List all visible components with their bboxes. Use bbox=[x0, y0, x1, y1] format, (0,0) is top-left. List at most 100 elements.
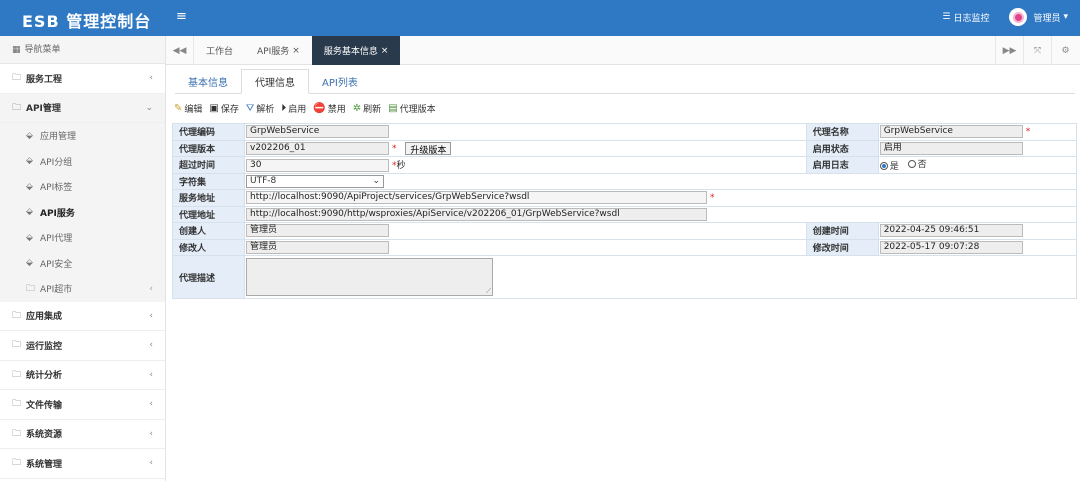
chevron-down-icon: ⌄ bbox=[372, 176, 380, 187]
sidebar-item-label: 文件传输 bbox=[26, 400, 63, 411]
enable-status-label: 启用状态 bbox=[805, 139, 879, 157]
detail-tabs: 基本信息 代理信息 API列表 bbox=[175, 69, 1075, 94]
sidebar-item-app-integration[interactable]: 🗀 应用集成 ‹ bbox=[0, 302, 165, 331]
pencil-icon: ✎ bbox=[174, 103, 183, 114]
proxy-info-form: 代理编码 GrpWebService 代理名称 GrpWebService * 代… bbox=[172, 123, 1078, 299]
sidebar-item-system-resources[interactable]: 🗀 系统资源 ‹ bbox=[0, 420, 165, 449]
sidebar-sub-api-market[interactable]: 🗀 API超市 ‹ bbox=[0, 276, 165, 302]
upgrade-version-button[interactable]: 升级版本 bbox=[405, 141, 452, 156]
app-title: ESB 管理控制台 bbox=[22, 12, 152, 31]
description-textarea[interactable] bbox=[246, 258, 493, 296]
tab-label: API服务 bbox=[257, 47, 290, 57]
log-monitor-link[interactable]: ☰ 日志监控 bbox=[942, 11, 989, 24]
timeout-unit: 秒 bbox=[396, 160, 406, 171]
charset-value: UTF-8 bbox=[250, 176, 277, 187]
sidebar-sub-api-security[interactable]: ⬙ API安全 bbox=[0, 250, 165, 276]
disable-button[interactable]: ⛔ 禁用 bbox=[313, 102, 345, 115]
sidebar-item-system-management[interactable]: 🗀 系统管理 ‹ bbox=[0, 449, 165, 479]
sidebar-item-label: 运行监控 bbox=[26, 341, 63, 352]
create-time-field: 2022-04-25 09:46:51 bbox=[879, 224, 1023, 238]
scroll-left-icon[interactable]: ◀◀ bbox=[166, 36, 194, 65]
tab-api-list[interactable]: API列表 bbox=[309, 69, 371, 94]
proxy-code-label: 代理编码 bbox=[172, 123, 245, 141]
tag-icon: ⬙ bbox=[26, 181, 33, 192]
tab-label: 工作台 bbox=[206, 47, 234, 57]
sidebar-item-runtime-monitor[interactable]: 🗀 运行监控 ‹ bbox=[0, 331, 165, 361]
modifier-field: 管理员 bbox=[246, 240, 389, 254]
avatar[interactable] bbox=[1009, 8, 1028, 26]
timeout-label: 超过时间 bbox=[172, 156, 245, 174]
service-url-field[interactable]: http://localhost:9090/ApiProject/service… bbox=[246, 191, 707, 205]
avatar-icon bbox=[1012, 11, 1024, 23]
table-icon: ▤ bbox=[388, 103, 398, 114]
chevron-down-icon: ⌄ bbox=[145, 102, 153, 113]
tab-workbench[interactable]: 工作台 bbox=[194, 36, 245, 65]
sidebar-sub-label: API服务 bbox=[40, 208, 75, 219]
sidebar-sub-api-group[interactable]: ⬙ API分组 bbox=[0, 148, 165, 174]
proxy-url-field[interactable]: http://localhost:9090/http/wsproxies/Api… bbox=[246, 207, 707, 221]
sidebar-item-service-project[interactable]: 🗀 服务工程 ‹ bbox=[0, 64, 165, 94]
proxy-version-button[interactable]: ▤ 代理版本 bbox=[388, 102, 435, 115]
scroll-right-icon[interactable]: ▶▶ bbox=[995, 36, 1023, 65]
tab-proxy-info[interactable]: 代理信息 bbox=[241, 69, 309, 94]
refresh-button[interactable]: ✲ 刷新 bbox=[353, 102, 381, 115]
menu-toggle-icon[interactable]: ≡ bbox=[176, 9, 187, 24]
enable-button[interactable]: ⏵ 启用 bbox=[281, 102, 306, 115]
tab-service-basic-info[interactable]: 服务基本信息 × bbox=[311, 36, 401, 65]
enable-log-label: 启用日志 bbox=[805, 156, 879, 174]
close-icon[interactable]: × bbox=[292, 46, 300, 56]
save-label: 保存 bbox=[220, 105, 239, 115]
parse-button[interactable]: ⛛ 解析 bbox=[246, 102, 274, 115]
sidebar-item-label: 系统管理 bbox=[26, 459, 63, 470]
sidebar-item-label: API管理 bbox=[26, 104, 61, 115]
sidebar-sub-app-management[interactable]: ⬙ 应用管理 bbox=[0, 123, 165, 149]
modifier-label: 修改人 bbox=[172, 238, 245, 256]
timeout-field[interactable]: 30 bbox=[246, 158, 389, 172]
charset-select[interactable]: UTF-8 ⌄ bbox=[246, 174, 384, 188]
disable-label: 禁用 bbox=[327, 105, 346, 115]
sidebar-sub-api-proxy[interactable]: ⬙ API代理 bbox=[0, 225, 165, 251]
user-menu[interactable]: 管理员 ▾ bbox=[1033, 11, 1068, 24]
tag-icon: ⬙ bbox=[26, 130, 33, 141]
proxy-version-field[interactable]: v202206_01 bbox=[246, 141, 389, 155]
save-button[interactable]: ▣ 保存 bbox=[209, 102, 238, 115]
folder-icon: 🗀 bbox=[26, 283, 36, 294]
log-yes-label: 是 bbox=[889, 162, 899, 173]
sidebar-sub-label: API标签 bbox=[40, 183, 73, 194]
close-icon[interactable]: × bbox=[381, 46, 389, 56]
grid-icon: ▦ bbox=[12, 44, 21, 55]
tab-basic-info[interactable]: 基本信息 bbox=[175, 69, 241, 94]
folder-icon: 🗀 bbox=[12, 458, 22, 469]
proxy-name-field[interactable]: GrpWebService bbox=[879, 125, 1023, 139]
log-no-radio[interactable]: 否 bbox=[907, 157, 927, 170]
chevron-left-icon: ‹ bbox=[149, 399, 153, 410]
enable-status-field: 启用 bbox=[879, 141, 1023, 155]
fullscreen-icon[interactable]: ⤧ bbox=[1023, 36, 1051, 65]
sidebar-sub-label: API分组 bbox=[40, 157, 73, 168]
chevron-left-icon: ‹ bbox=[149, 283, 153, 294]
log-yes-radio[interactable]: 是 bbox=[879, 159, 899, 173]
header-right: ☰ 日志监控 管理员 ▾ bbox=[942, 8, 1068, 26]
proxy-version-label: 代理版本 bbox=[399, 105, 436, 115]
chevron-left-icon: ‹ bbox=[149, 310, 153, 321]
gear-icon[interactable]: ⚙ bbox=[1051, 36, 1079, 65]
caret-down-icon: ▾ bbox=[1063, 12, 1068, 22]
parse-icon: ⛛ bbox=[245, 103, 255, 114]
sidebar-item-file-transfer[interactable]: 🗀 文件传输 ‹ bbox=[0, 390, 165, 420]
chevron-left-icon: ‹ bbox=[149, 428, 153, 439]
nav-title: ▦ 导航菜单 bbox=[0, 36, 165, 64]
tab-api-service[interactable]: API服务 × bbox=[245, 36, 312, 65]
radio-unchecked-icon bbox=[907, 159, 916, 168]
sidebar-sub-api-tag[interactable]: ⬙ API标签 bbox=[0, 174, 165, 200]
proxy-code-field[interactable]: GrpWebService bbox=[246, 125, 389, 139]
create-time-label: 创建时间 bbox=[805, 222, 879, 240]
sidebar-sub-label: API代理 bbox=[40, 234, 73, 245]
sidebar-item-api-management[interactable]: 🗀 API管理 ⌄ bbox=[0, 93, 165, 123]
sidebar-item-statistics[interactable]: 🗀 统计分析 ‹ bbox=[0, 361, 165, 390]
sidebar-sub-api-service[interactable]: ⬙ API服务 bbox=[0, 199, 165, 225]
edit-button[interactable]: ✎ 编辑 bbox=[174, 102, 202, 115]
refresh-icon: ✲ bbox=[352, 103, 362, 114]
parse-label: 解析 bbox=[256, 105, 275, 115]
proxy-url-label: 代理地址 bbox=[172, 205, 245, 223]
enable-label: 启用 bbox=[288, 105, 307, 115]
